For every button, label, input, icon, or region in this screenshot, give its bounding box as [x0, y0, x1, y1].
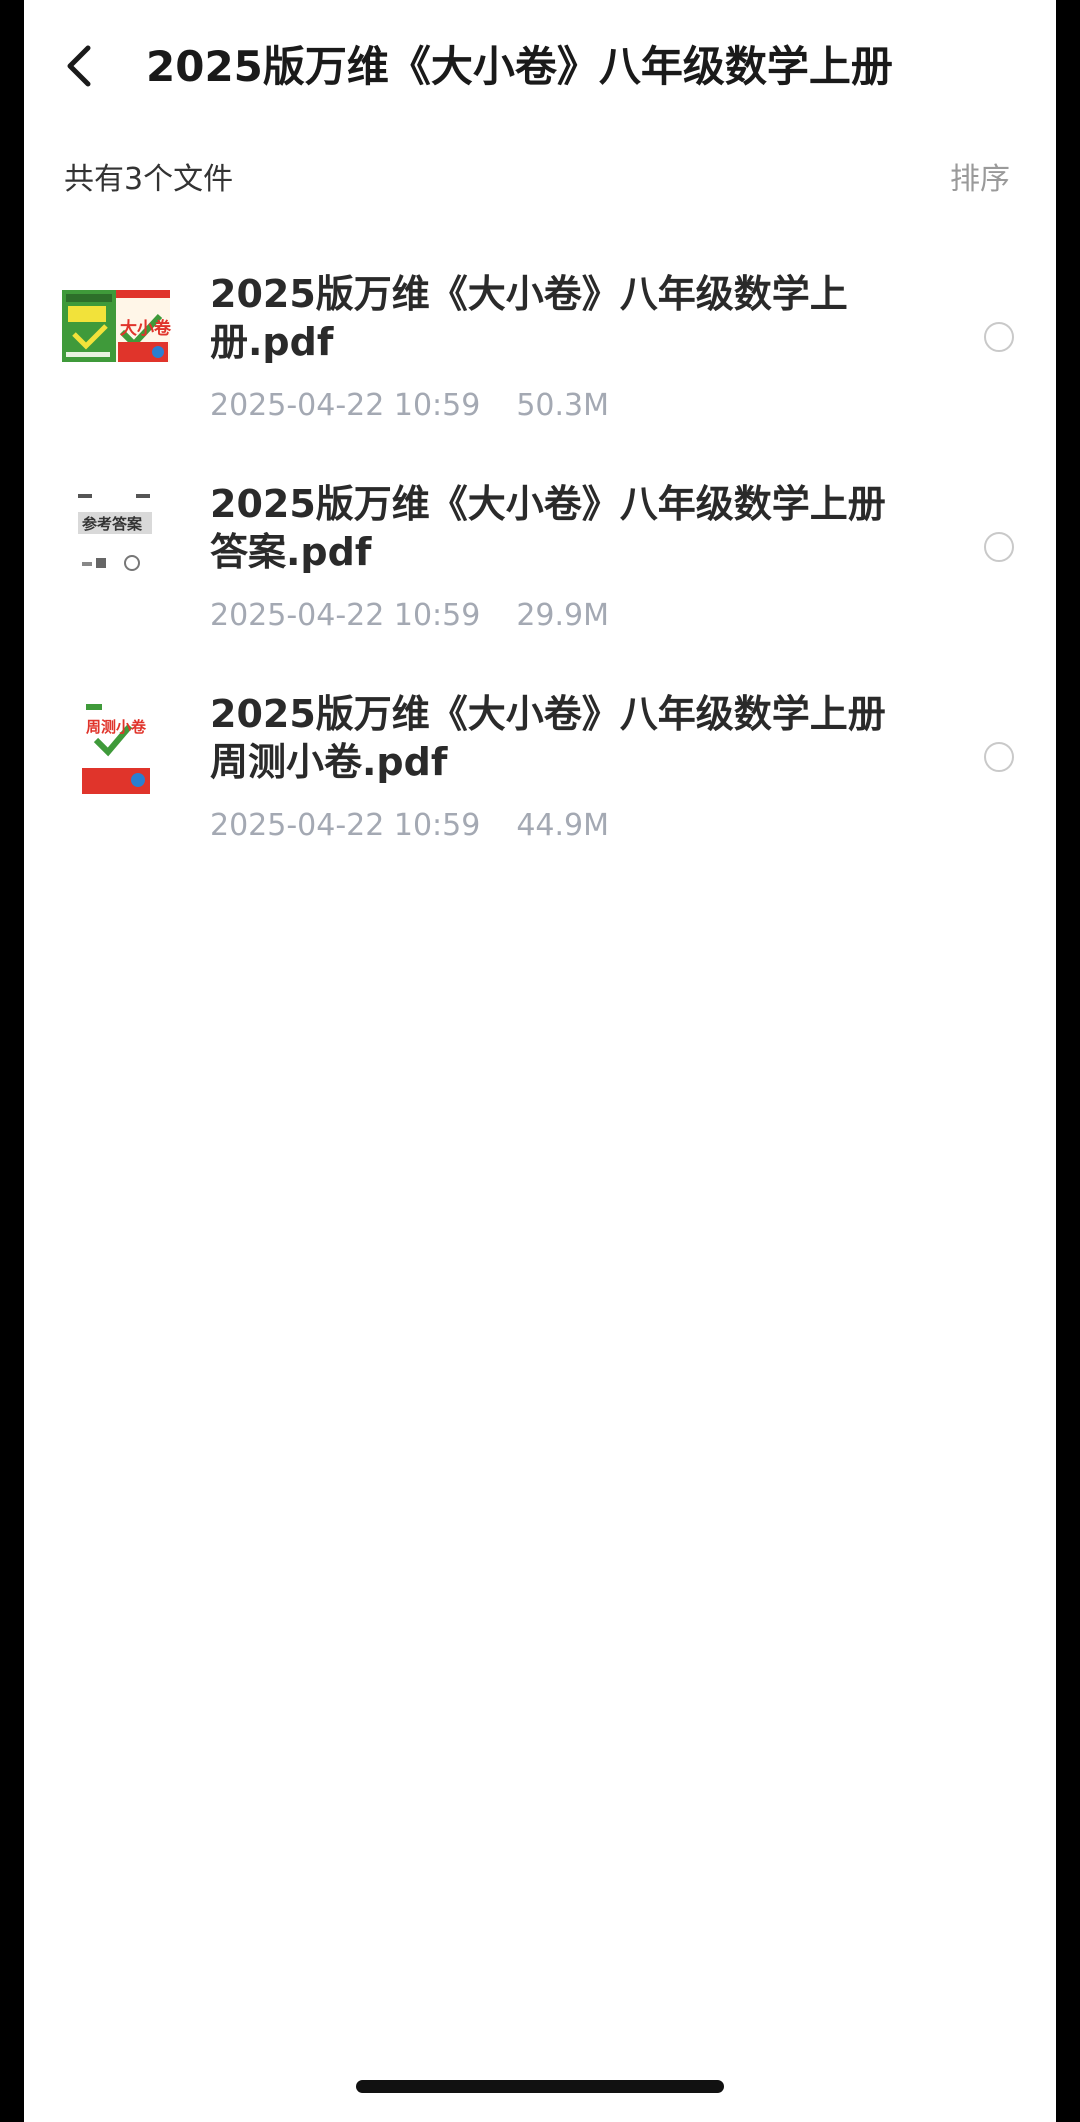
page-title: 2025版万维《大小卷》八年级数学上册: [146, 42, 893, 91]
home-indicator[interactable]: [356, 2080, 724, 2093]
file-count: 共有3个文件: [64, 162, 234, 197]
select-radio[interactable]: [984, 532, 1014, 562]
back-button[interactable]: [50, 36, 110, 96]
book-cover-thumbnail: 大小卷: [60, 276, 172, 376]
list-header: 共有3个文件 排序: [24, 150, 1056, 210]
file-item[interactable]: 大小卷 2025版万维《大小卷》八年级数学上册.pdf 2025-04-22 1…: [24, 250, 1056, 440]
file-date: 2025-04-22 10:59: [210, 598, 481, 633]
select-radio[interactable]: [984, 742, 1014, 772]
file-size: 50.3M: [516, 388, 610, 423]
thumb-text: 大小卷: [120, 319, 171, 339]
sort-button[interactable]: 排序: [950, 158, 1010, 202]
file-name: 2025版万维《大小卷》八年级数学上册周测小卷.pdf: [210, 692, 886, 784]
file-item[interactable]: 参考答案 2025版万维《大小卷》八年级数学上册答案.pdf 2025-04-2…: [24, 460, 1056, 650]
file-size: 29.9M: [516, 598, 610, 633]
chevron-left-icon: [67, 45, 91, 87]
top-bar: 2025版万维《大小卷》八年级数学上册: [24, 0, 1056, 135]
file-meta: 2025-04-22 10:59 44.9M: [210, 806, 609, 846]
weekly-test-thumbnail: 周测小卷: [60, 696, 172, 796]
file-item[interactable]: 周测小卷 2025版万维《大小卷》八年级数学上册周测小卷.pdf 2025-04…: [24, 670, 1056, 860]
file-meta: 2025-04-22 10:59 50.3M: [210, 386, 609, 426]
file-date: 2025-04-22 10:59: [210, 388, 481, 423]
file-meta: 2025-04-22 10:59 29.9M: [210, 596, 609, 636]
answer-sheet-thumbnail: 参考答案: [60, 486, 172, 586]
file-size: 44.9M: [516, 808, 610, 843]
file-name: 2025版万维《大小卷》八年级数学上册.pdf: [210, 272, 848, 364]
file-date: 2025-04-22 10:59: [210, 808, 481, 843]
device-frame: 2025版万维《大小卷》八年级数学上册 共有3个文件 排序 大小卷 2025版万…: [0, 0, 1080, 2122]
screen: 2025版万维《大小卷》八年级数学上册 共有3个文件 排序 大小卷 2025版万…: [24, 0, 1056, 2122]
thumb-text: 周测小卷: [86, 718, 147, 736]
file-name: 2025版万维《大小卷》八年级数学上册答案.pdf: [210, 482, 886, 574]
thumb-text: 参考答案: [82, 515, 143, 533]
select-radio[interactable]: [984, 322, 1014, 352]
